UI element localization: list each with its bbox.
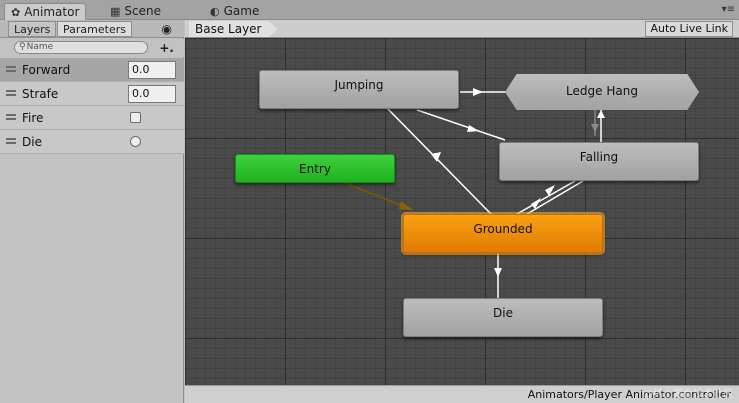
eye-icon[interactable]: ◉ bbox=[162, 22, 172, 36]
arrow-head-icon bbox=[494, 268, 502, 277]
parameter-search-input[interactable]: ⚲Name bbox=[14, 41, 148, 54]
tab-game[interactable]: ◐ Game bbox=[204, 3, 265, 20]
state-entry[interactable]: Entry bbox=[235, 154, 395, 183]
state-jumping[interactable]: Jumping bbox=[259, 70, 459, 109]
tab-animator-label: Animator bbox=[24, 5, 80, 19]
arrow-head-icon bbox=[473, 88, 483, 96]
drag-handle-icon[interactable] bbox=[6, 66, 16, 72]
tab-parameters[interactable]: Parameters bbox=[57, 21, 132, 37]
arrow-head-icon bbox=[545, 185, 555, 196]
state-label: Die bbox=[493, 306, 513, 320]
drag-handle-icon[interactable] bbox=[6, 138, 16, 144]
add-parameter-button[interactable]: +. bbox=[159, 41, 174, 55]
drag-handle-icon[interactable] bbox=[6, 90, 16, 96]
tab-game-label: Game bbox=[223, 4, 260, 18]
menu-icon[interactable]: ▾≡ bbox=[722, 4, 735, 15]
state-ledge-hang[interactable]: Ledge Hang bbox=[505, 74, 699, 110]
breadcrumb-base-layer[interactable]: Base Layer bbox=[189, 21, 278, 37]
arrow-head-icon bbox=[467, 125, 479, 132]
parameter-name: Die bbox=[22, 135, 42, 149]
parameter-value-field[interactable]: 0.0 bbox=[128, 85, 176, 103]
parameter-name: Forward bbox=[22, 63, 71, 77]
parameter-value-field[interactable]: 0.0 bbox=[128, 61, 176, 79]
arrow-head-icon bbox=[597, 110, 605, 118]
state-label: Falling bbox=[579, 150, 619, 164]
state-label: Grounded bbox=[473, 222, 533, 236]
watermark: @稀土掘金技术社区 bbox=[643, 389, 733, 400]
left-panel: Layers Parameters ◉ ⚲Name +. Forward 0.0… bbox=[0, 20, 184, 403]
transition-falling-grounded[interactable] bbox=[526, 180, 584, 215]
auto-live-link-button[interactable]: Auto Live Link bbox=[645, 21, 733, 37]
arrow-head-icon bbox=[399, 201, 413, 210]
parameter-name: Fire bbox=[22, 111, 44, 125]
graph-toolbar: Base Layer Auto Live Link bbox=[185, 20, 739, 38]
tab-scene[interactable]: ▦ Scene bbox=[104, 3, 167, 20]
parameter-row-die[interactable]: Die bbox=[0, 130, 184, 154]
tab-scene-label: Scene bbox=[124, 4, 161, 18]
search-icon: ⚲ bbox=[19, 42, 26, 52]
parameter-row-fire[interactable]: Fire bbox=[0, 106, 184, 130]
left-panel-tabs: Layers Parameters ◉ bbox=[0, 20, 184, 38]
state-label: Ledge Hang bbox=[566, 84, 638, 98]
parameter-search-row: ⚲Name +. bbox=[0, 39, 184, 57]
arrow-head-icon bbox=[591, 124, 599, 132]
parameter-bool-checkbox[interactable] bbox=[130, 112, 141, 123]
state-label: Jumping bbox=[334, 78, 384, 92]
window-tab-strip: ✿ Animator ▦ Scene ◐ Game ▾≡ bbox=[0, 0, 739, 20]
parameter-row-forward[interactable]: Forward 0.0 bbox=[0, 58, 184, 82]
transition-jumping-falling[interactable] bbox=[416, 109, 506, 141]
search-placeholder: Name bbox=[26, 42, 54, 52]
tab-animator[interactable]: ✿ Animator bbox=[4, 3, 87, 20]
transition-jumping-grounded[interactable] bbox=[386, 107, 492, 215]
parameter-row-strafe[interactable]: Strafe 0.0 bbox=[0, 82, 184, 106]
parameter-trigger-radio[interactable] bbox=[130, 136, 141, 147]
state-die[interactable]: Die bbox=[403, 298, 603, 337]
transition-grounded-falling[interactable] bbox=[516, 180, 576, 215]
grid-icon: ▦ bbox=[110, 5, 121, 18]
pacman-icon: ◐ bbox=[210, 5, 220, 18]
state-label: Entry bbox=[299, 162, 331, 176]
state-falling[interactable]: Falling bbox=[499, 142, 699, 181]
state-grounded[interactable]: Grounded bbox=[403, 214, 603, 253]
animator-icon: ✿ bbox=[11, 6, 21, 19]
drag-handle-icon[interactable] bbox=[6, 114, 16, 120]
tab-layers[interactable]: Layers bbox=[8, 21, 57, 37]
parameter-name: Strafe bbox=[22, 87, 59, 101]
